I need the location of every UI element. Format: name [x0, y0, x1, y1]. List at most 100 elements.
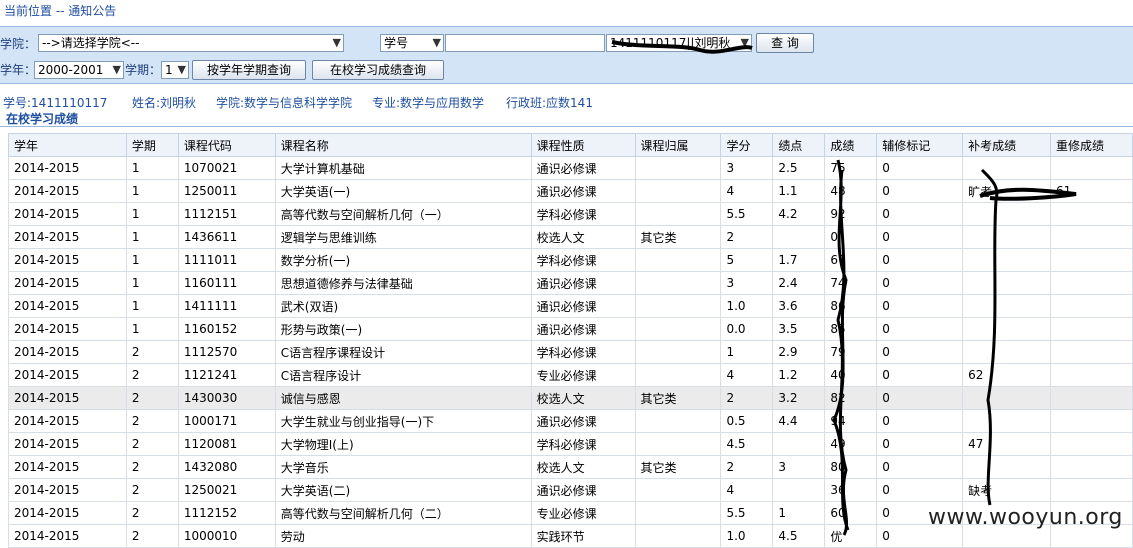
table-cell — [962, 455, 1052, 479]
table-cell — [962, 156, 1052, 180]
chevron-down-icon: ▼ — [112, 63, 121, 76]
table-cell: 4 — [720, 179, 774, 203]
table-cell: 2014-2015 — [8, 317, 127, 341]
table-cell: 2014-2015 — [8, 179, 127, 203]
student-major: 专业:数学与应用数学 — [372, 96, 485, 110]
watermark: www.wooyun.org — [928, 505, 1123, 530]
field-select[interactable]: 学号 ▼ — [380, 34, 444, 52]
college-select[interactable]: -->请选择学院<-- ▼ — [38, 34, 344, 52]
table-cell — [634, 317, 722, 341]
table-cell: 85 — [824, 317, 878, 341]
table-header-row: 学年 学期 课程代码 课程名称 课程性质 课程归属 学分 绩点 成绩 辅修标记 补考成绩 重修成绩 — [8, 133, 1133, 157]
table-cell: 1160111 — [177, 271, 276, 295]
table-cell: 大学计算机基础 — [274, 156, 532, 180]
column-header: 课程代码 — [177, 133, 276, 157]
table-cell: 2014-2015 — [8, 202, 127, 226]
table-cell: 48 — [824, 179, 878, 203]
column-header: 补考成绩 — [962, 133, 1052, 157]
table-cell: 2014-2015 — [8, 156, 127, 180]
table-cell — [1050, 455, 1133, 479]
table-cell — [634, 340, 722, 364]
table-cell: 2014-2015 — [8, 432, 127, 456]
table-cell: 大学英语(一) — [274, 179, 532, 203]
table-cell: 5 — [720, 248, 774, 272]
table-cell — [1050, 340, 1133, 364]
table-cell: 80 — [824, 455, 878, 479]
table-cell: 1 — [125, 294, 179, 318]
table-cell: 0.0 — [720, 317, 774, 341]
table-cell: 思想道德修养与法律基础 — [274, 271, 532, 295]
student-select[interactable]: 1411110117||刘明秋 ▼ — [606, 34, 752, 52]
table-cell: 2014-2015 — [8, 501, 127, 525]
table-cell: 实践环节 — [530, 524, 636, 548]
table-cell: 1 — [125, 317, 179, 341]
table-row: 2014-2015 2 1120081 大学物理Ⅰ(上) 学科必修课 4.5 49 0 47 — [8, 432, 1133, 456]
table-cell: 1160152 — [177, 317, 276, 341]
table-cell: 2.5 — [772, 156, 826, 180]
column-header: 学分 — [720, 133, 774, 157]
table-row: 2014-2015 2 1432080 大学音乐 校选人文 其它类 2 3 80 0 — [8, 455, 1133, 479]
table-cell: 2 — [125, 340, 179, 364]
term-select[interactable]: 1 ▼ — [161, 61, 189, 79]
table-cell: 4.5 — [720, 432, 774, 456]
table-cell: 5.5 — [720, 202, 774, 226]
query-button[interactable]: 查 询 — [756, 33, 814, 53]
table-cell: 学科必修课 — [530, 340, 636, 364]
table-row: 2014-2015 2 1112570 C语言程序课程设计 学科必修课 1 2.9 79 0 — [8, 340, 1133, 364]
column-header: 课程性质 — [530, 133, 636, 157]
table-cell: 0.5 — [720, 409, 774, 433]
table-cell: 2014-2015 — [8, 386, 127, 410]
table-cell: 学科必修课 — [530, 432, 636, 456]
table-cell: 92 — [824, 202, 878, 226]
table-row: 2014-2015 1 1411111 武术(双语) 通识必修课 1.0 3.6 86 0 — [8, 294, 1133, 318]
table-cell: 0 — [876, 363, 964, 387]
table-cell: 逻辑学与思维训练 — [274, 225, 532, 249]
table-cell: 2.9 — [772, 340, 826, 364]
table-cell: 1 — [125, 156, 179, 180]
table-cell: 1 — [125, 225, 179, 249]
school-query-button[interactable]: 在校学习成绩查询 — [312, 60, 444, 80]
table-row: 2014-2015 2 1121241 C语言程序设计 专业必修课 4 1.2 40 0 62 — [8, 363, 1133, 387]
table-cell: 5.5 — [720, 501, 774, 525]
table-cell: 1250021 — [177, 478, 276, 502]
table-cell: 0 — [876, 225, 964, 249]
table-cell: 1411111 — [177, 294, 276, 318]
table-cell — [634, 271, 722, 295]
table-cell: 2014-2015 — [8, 340, 127, 364]
table-cell — [634, 478, 722, 502]
table-cell: 75 — [824, 156, 878, 180]
table-cell: 通识必修课 — [530, 409, 636, 433]
table-cell: 3 — [720, 271, 774, 295]
table-cell — [1050, 156, 1133, 180]
table-cell: 0 — [876, 409, 964, 433]
table-cell: 1.7 — [772, 248, 826, 272]
table-cell: 1120081 — [177, 432, 276, 456]
student-info-bar: 学号:1411110117 姓名:刘明秋 学院:数学与信息科学学院 专业:数学与… — [0, 92, 1133, 110]
table-cell — [1050, 317, 1133, 341]
table-cell: 通识必修课 — [530, 156, 636, 180]
table-cell: 3.6 — [772, 294, 826, 318]
table-row: 2014-2015 1 1160152 形势与政策(一) 通识必修课 0.0 3.5 85 0 — [8, 317, 1133, 341]
table-cell: 3 — [720, 156, 774, 180]
table-cell: 4 — [720, 478, 774, 502]
term-label: 学期： — [125, 63, 162, 77]
table-cell: 86 — [824, 294, 878, 318]
table-cell: 2 — [125, 524, 179, 548]
query-input[interactable] — [445, 34, 605, 52]
column-header: 绩点 — [772, 133, 826, 157]
table-cell — [634, 432, 722, 456]
table-cell — [634, 248, 722, 272]
year-select[interactable]: 2000-2001 ▼ — [34, 61, 124, 79]
table-cell — [962, 202, 1052, 226]
table-cell — [1050, 432, 1133, 456]
table-cell: 诚信与感恩 — [274, 386, 532, 410]
table-cell: 校选人文 — [530, 225, 636, 249]
table-cell: 4.4 — [772, 409, 826, 433]
table-cell: 1121241 — [177, 363, 276, 387]
table-cell — [634, 524, 722, 548]
term-query-button[interactable]: 按学年学期查询 — [192, 60, 306, 80]
table-cell: 1 — [125, 248, 179, 272]
table-cell: 数学分析(一) — [274, 248, 532, 272]
table-row: 2014-2015 2 1000171 大学生就业与创业指导(一)下 通识必修课 0.5 4… — [8, 409, 1133, 433]
table-cell: 40 — [824, 363, 878, 387]
